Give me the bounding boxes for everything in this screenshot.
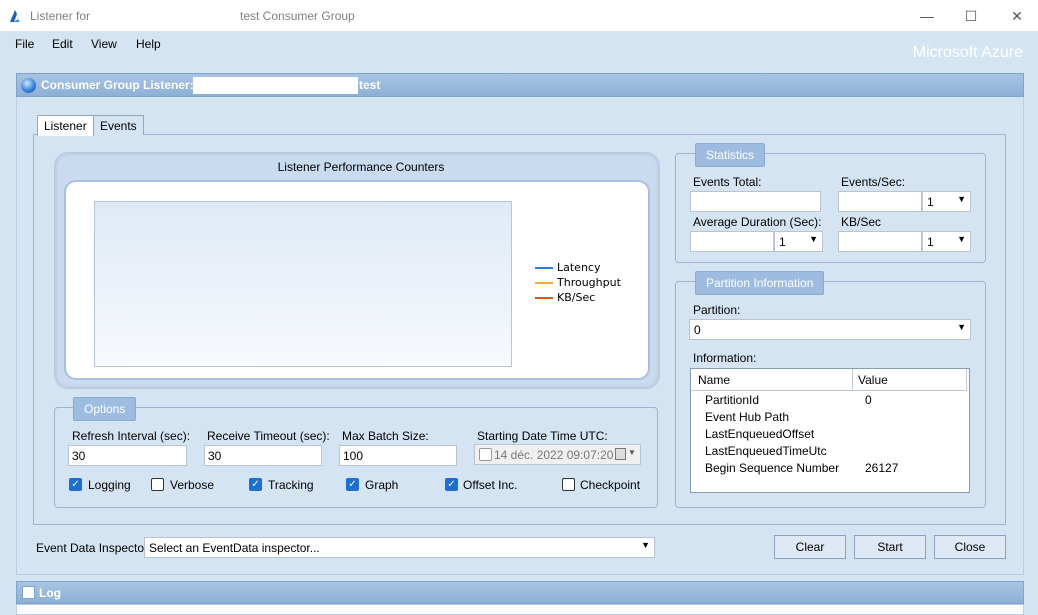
partition-select[interactable]: 0 ▼ xyxy=(689,319,971,340)
listener-panel-header: Consumer Group Listener: test xyxy=(16,73,1024,97)
event-inspector-select[interactable]: Select an EventData inspector... ▼ xyxy=(144,537,655,558)
table-row-name: LastEnqueuedOffset xyxy=(705,427,815,441)
plot-area xyxy=(94,201,512,367)
legend-kbsec-label: KB/Sec xyxy=(557,291,596,304)
log-panel-header[interactable]: Log xyxy=(16,581,1024,604)
table-row-name: PartitionId xyxy=(705,393,760,407)
events-total-label: Events Total: xyxy=(693,175,762,189)
graph-label: Graph xyxy=(365,478,399,492)
event-inspector-value: Select an EventData inspector... xyxy=(149,541,320,555)
options-title: Options xyxy=(73,397,137,421)
legend-throughput-swatch xyxy=(535,282,553,284)
legend-throughput-label: Throughput xyxy=(557,276,621,289)
events-sec-select[interactable]: 1 ▼ xyxy=(922,191,971,212)
avg-duration-select[interactable]: 1 ▼ xyxy=(774,231,823,252)
title-bar xyxy=(0,0,1038,32)
avg-duration-label: Average Duration (Sec): xyxy=(693,215,822,229)
log-title: Log xyxy=(39,586,61,600)
redacted-name xyxy=(193,77,358,94)
table-row-value: 26127 xyxy=(865,461,899,475)
globe-icon xyxy=(21,78,36,93)
column-divider xyxy=(852,369,853,391)
legend-kbsec-swatch xyxy=(535,297,553,299)
checkpoint-checkbox[interactable] xyxy=(562,478,575,491)
tab-listener[interactable]: Listener xyxy=(37,115,94,136)
information-table-header xyxy=(691,369,967,391)
menu-edit[interactable]: Edit xyxy=(52,37,73,51)
statistics-title: Statistics xyxy=(695,143,766,167)
partition-select-value: 0 xyxy=(694,323,701,337)
event-inspector-label: Event Data Inspector: xyxy=(36,541,152,555)
calendar-icon xyxy=(615,448,626,460)
maximize-button[interactable]: ☐ xyxy=(948,4,994,28)
chart-title: Listener Performance Counters xyxy=(277,160,445,174)
panel-title: Consumer Group Listener: xyxy=(41,78,194,92)
offset-inc-checkbox[interactable]: ✓ xyxy=(445,478,458,491)
close-button[interactable]: Close xyxy=(934,535,1006,559)
close-window-button[interactable]: ✕ xyxy=(994,4,1038,28)
column-name[interactable]: Name xyxy=(698,373,730,387)
max-batch-input[interactable]: 100 xyxy=(339,445,457,466)
chevron-down-icon: ▼ xyxy=(957,234,966,244)
kb-sec-field[interactable] xyxy=(838,231,922,252)
start-datetime-label: Starting Date Time UTC: xyxy=(477,429,608,443)
partition-label: Partition: xyxy=(693,303,741,317)
start-button[interactable]: Start xyxy=(854,535,926,559)
max-batch-label: Max Batch Size: xyxy=(342,429,429,443)
avg-duration-field[interactable] xyxy=(690,231,774,252)
start-datetime-picker[interactable]: 14 déc. 2022 09:07:20 ▼ xyxy=(474,444,641,465)
kb-sec-select[interactable]: 1 ▼ xyxy=(922,231,971,252)
menu-view[interactable]: View xyxy=(91,37,117,51)
table-row-name: LastEnqueuedTimeUtc xyxy=(705,444,827,458)
legend-latency-swatch xyxy=(535,267,553,269)
window-title-suffix: test Consumer Group xyxy=(240,9,355,23)
log-panel-body xyxy=(16,604,1024,615)
verbose-label: Verbose xyxy=(170,478,215,492)
tracking-label: Tracking xyxy=(268,478,314,492)
tracking-checkbox[interactable]: ✓ xyxy=(249,478,262,491)
kb-sec-select-value: 1 xyxy=(927,235,934,249)
menu-help[interactable]: Help xyxy=(136,37,161,51)
refresh-interval-label: Refresh Interval (sec): xyxy=(72,429,191,443)
table-row-name: Event Hub Path xyxy=(705,410,790,424)
column-divider xyxy=(966,369,967,391)
chevron-down-icon: ▼ xyxy=(957,322,966,332)
tab-events[interactable]: Events xyxy=(93,115,144,135)
table-row-name: Begin Sequence Number xyxy=(705,461,840,475)
refresh-interval-input[interactable]: 30 xyxy=(68,445,187,466)
chevron-down-icon: ▼ xyxy=(957,194,966,204)
table-row-value: 0 xyxy=(865,393,872,407)
offset-inc-label: Offset Inc. xyxy=(463,478,518,492)
logging-label: Logging xyxy=(88,478,131,492)
minimize-button[interactable]: — xyxy=(904,4,950,28)
events-sec-label: Events/Sec: xyxy=(841,175,906,189)
chevron-down-icon: ▼ xyxy=(809,234,818,244)
legend-latency-label: Latency xyxy=(557,261,601,274)
clear-button[interactable]: Clear xyxy=(774,535,846,559)
receive-timeout-label: Receive Timeout (sec): xyxy=(207,429,330,443)
column-value[interactable]: Value xyxy=(858,373,888,387)
receive-timeout-input[interactable]: 30 xyxy=(204,445,322,466)
partition-title: Partition Information xyxy=(695,271,825,295)
events-sec-select-value: 1 xyxy=(927,195,934,209)
avg-duration-select-value: 1 xyxy=(779,235,786,249)
panel-title-suffix: test xyxy=(359,78,381,92)
checkpoint-label: Checkpoint xyxy=(580,478,641,492)
window-title: Listener for xyxy=(30,9,91,23)
chevron-down-icon: ▼ xyxy=(628,448,636,457)
events-total-field[interactable] xyxy=(690,191,821,212)
log-collapse-icon[interactable] xyxy=(22,586,35,599)
verbose-checkbox[interactable] xyxy=(151,478,164,491)
logging-checkbox[interactable]: ✓ xyxy=(69,478,82,491)
start-datetime-value: 14 déc. 2022 09:07:20 xyxy=(494,448,614,462)
start-datetime-checkbox[interactable] xyxy=(479,448,492,461)
events-sec-field[interactable] xyxy=(838,191,922,212)
information-label: Information: xyxy=(693,351,757,365)
brand-label: Microsoft Azure xyxy=(912,44,1023,61)
menu-file[interactable]: File xyxy=(15,37,34,51)
chevron-down-icon: ▼ xyxy=(641,540,650,550)
graph-checkbox[interactable]: ✓ xyxy=(346,478,359,491)
azure-logo-icon xyxy=(10,10,20,22)
kb-sec-label: KB/Sec xyxy=(841,215,882,229)
